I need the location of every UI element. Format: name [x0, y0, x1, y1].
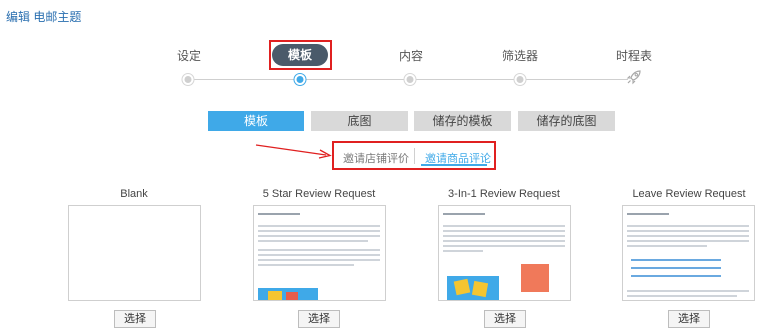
step-settings-dot[interactable] [182, 74, 194, 85]
step-filter-dot[interactable] [514, 74, 526, 85]
step-template-dot[interactable] [294, 74, 306, 85]
template-title-leave-review: Leave Review Request [632, 188, 746, 200]
select-button-3-in-1[interactable]: 选择 [484, 310, 526, 328]
annotation-arrow-icon [255, 144, 332, 159]
page-title: 编辑 电邮主题 [6, 10, 82, 24]
select-button-5-star[interactable]: 选择 [298, 310, 340, 328]
subtab-divider [414, 148, 415, 164]
step-content-label[interactable]: 内容 [399, 47, 423, 64]
template-title-3-in-1: 3-In-1 Review Request [448, 188, 560, 200]
tab-saved-templates[interactable]: 储存的模板 [414, 111, 511, 131]
template-thumbnail-leave-review[interactable] [622, 205, 755, 301]
template-thumbnail-5-star[interactable] [253, 205, 386, 301]
template-thumbnail-3-in-1[interactable] [438, 205, 571, 301]
tab-saved-base-images[interactable]: 储存的底图 [518, 111, 615, 131]
subtab-active-underline [421, 164, 487, 166]
step-settings-label[interactable]: 设定 [177, 47, 201, 64]
step-content-dot[interactable] [404, 74, 416, 85]
subtab-shop-review[interactable]: 邀请店铺评价 [343, 150, 409, 166]
step-template-highlight [269, 40, 332, 70]
step-filter-label[interactable]: 筛选器 [502, 47, 538, 64]
select-button-leave-review[interactable]: 选择 [668, 310, 710, 328]
tab-base-images[interactable]: 底图 [311, 111, 408, 131]
template-title-blank: Blank [120, 188, 148, 200]
tab-templates[interactable]: 模板 [208, 111, 304, 131]
step-schedule-label[interactable]: 时程表 [616, 47, 652, 64]
rocket-icon[interactable] [626, 69, 642, 85]
template-title-5-star: 5 Star Review Request [262, 188, 376, 200]
select-button-blank[interactable]: 选择 [114, 310, 156, 328]
template-thumbnail-blank[interactable] [68, 205, 201, 301]
